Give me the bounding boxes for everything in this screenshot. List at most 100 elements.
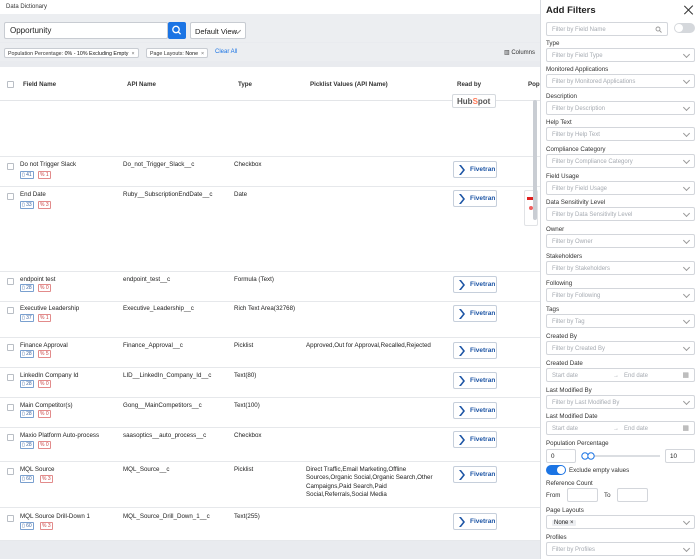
filter-select[interactable]: Filter by Last Modified By bbox=[546, 395, 695, 409]
filter-select[interactable]: Filter by Help Text bbox=[546, 127, 695, 141]
fivetran-badge[interactable]: Fivetran bbox=[453, 161, 497, 178]
end-date-placeholder: End date bbox=[624, 425, 649, 432]
filter-label: Population Percentage bbox=[546, 440, 609, 447]
fivetran-badge[interactable]: Fivetran bbox=[453, 402, 497, 419]
badge-value: 60 bbox=[26, 476, 32, 482]
field-name-filter[interactable]: Filter by Field Name bbox=[546, 22, 668, 36]
reference-count-badge: ▯ 33 bbox=[20, 201, 34, 209]
reference-count-from-input[interactable] bbox=[567, 488, 598, 502]
filter-select[interactable]: Filter by Data Sensitivity Level bbox=[546, 207, 695, 221]
population-min-input[interactable]: 0 bbox=[546, 449, 576, 463]
field-name[interactable]: MQL Source Drill-Down 1 bbox=[20, 513, 90, 521]
field-name[interactable]: Executive Leadership bbox=[20, 305, 79, 313]
filter-select[interactable]: Filter by Monitored Applications bbox=[546, 74, 695, 88]
row-checkbox[interactable] bbox=[7, 278, 14, 285]
row-checkbox[interactable] bbox=[7, 344, 14, 351]
field-name[interactable]: Maxio Platform Auto-process bbox=[20, 432, 99, 440]
filter-placeholder: Filter by Help Text bbox=[552, 131, 600, 138]
chevron-down-icon bbox=[682, 343, 691, 352]
filter-select[interactable]: Filter by Owner bbox=[546, 234, 695, 248]
filter-placeholder: Filter by Profiles bbox=[552, 546, 596, 553]
badge-value: 33 bbox=[26, 202, 32, 208]
page-layouts-select[interactable]: None × bbox=[546, 515, 695, 529]
panel-title: Add Filters bbox=[546, 5, 596, 16]
filter-select[interactable]: Filter by Profiles bbox=[546, 542, 695, 556]
row-checkbox[interactable] bbox=[7, 515, 14, 522]
filter-select[interactable]: Filter by Created By bbox=[546, 341, 695, 355]
columns-button[interactable]: ▥ Columns bbox=[504, 49, 535, 56]
selected-tag-label: None bbox=[554, 519, 569, 526]
last-modified-date-range[interactable]: Start date → End date ▦ bbox=[546, 421, 695, 435]
fivetran-badge[interactable]: Fivetran bbox=[453, 342, 497, 359]
close-icon[interactable] bbox=[683, 4, 695, 16]
filter-select[interactable]: Filter by Compliance Category bbox=[546, 154, 695, 168]
row-checkbox[interactable] bbox=[7, 404, 14, 411]
clear-all-link[interactable]: Clear All bbox=[215, 49, 237, 55]
chip-label: Population Percentage: bbox=[8, 50, 64, 57]
api-name: endpoint_test__c bbox=[123, 276, 171, 283]
population-badge: % 5 bbox=[38, 350, 51, 358]
select-all-checkbox[interactable] bbox=[7, 81, 14, 88]
chevron-down-icon bbox=[682, 76, 691, 85]
read-by-label: Fivetran bbox=[470, 347, 496, 354]
fivetran-badge[interactable]: Fivetran bbox=[453, 372, 497, 389]
fivetran-badge[interactable]: Fivetran bbox=[453, 276, 497, 293]
header-read-by[interactable]: Read by bbox=[457, 81, 481, 88]
field-type: Picklist bbox=[234, 466, 254, 473]
population-badge: % 0 bbox=[38, 380, 51, 388]
population-max-input[interactable]: 10 bbox=[665, 449, 695, 463]
filter-select[interactable]: Filter by Following bbox=[546, 288, 695, 302]
row-checkbox[interactable] bbox=[7, 468, 14, 475]
row-checkbox[interactable] bbox=[7, 434, 14, 441]
header-population[interactable]: Pop bbox=[528, 81, 540, 88]
calendar-icon: ▦ bbox=[682, 372, 689, 379]
view-select[interactable]: Default View bbox=[190, 22, 246, 39]
field-name[interactable]: Do not Trigger Slack bbox=[20, 161, 76, 169]
fivetran-logo-icon bbox=[459, 470, 465, 480]
fivetran-badge[interactable]: Fivetran bbox=[453, 305, 497, 322]
fivetran-logo-icon bbox=[459, 376, 465, 386]
filter-select[interactable]: Filter by Description bbox=[546, 101, 695, 115]
filter-select[interactable]: Filter by Field Type bbox=[546, 48, 695, 62]
start-date-placeholder: Start date bbox=[552, 372, 579, 379]
reference-count-badge: ▯ 28 bbox=[20, 441, 34, 449]
reference-count-badge: ▯ 60 bbox=[20, 522, 34, 530]
row-checkbox[interactable] bbox=[7, 374, 14, 381]
field-name[interactable]: MQL Source bbox=[20, 466, 55, 474]
fivetran-badge[interactable]: Fivetran bbox=[453, 513, 497, 530]
exclude-empty-toggle[interactable] bbox=[546, 465, 566, 475]
header-api-name[interactable]: API Name bbox=[127, 81, 156, 88]
remove-chip-icon[interactable]: × bbox=[131, 51, 134, 57]
fivetran-badge[interactable]: Fivetran bbox=[453, 466, 497, 483]
table-scrollbar[interactable] bbox=[533, 100, 537, 220]
filter-label: Last Modified Date bbox=[546, 413, 598, 420]
search-input[interactable]: Opportunity bbox=[4, 22, 168, 39]
filter-select[interactable]: Filter by Tag bbox=[546, 314, 695, 328]
read-by-label: Fivetran bbox=[470, 471, 496, 478]
fivetran-badge[interactable]: Fivetran bbox=[453, 431, 497, 448]
field-name-toggle[interactable] bbox=[674, 23, 695, 33]
row-checkbox[interactable] bbox=[7, 163, 14, 170]
api-name: Finance_Approval__c bbox=[123, 342, 183, 349]
filter-label: Page Layouts bbox=[546, 507, 584, 514]
row-checkbox[interactable] bbox=[7, 307, 14, 314]
reference-count-to-input[interactable] bbox=[617, 488, 648, 502]
header-field-name[interactable]: Field Name bbox=[23, 81, 56, 88]
remove-chip-icon[interactable]: × bbox=[201, 51, 204, 57]
badge-value: 41 bbox=[26, 172, 32, 178]
created-date-range[interactable]: Start date → End date ▦ bbox=[546, 368, 695, 382]
filter-chip-page-layouts[interactable]: Page Layouts: None × bbox=[146, 48, 209, 58]
filter-placeholder: Filter by Field Type bbox=[552, 52, 603, 59]
filter-chip-population[interactable]: Population Percentage: 0% - 10% Excludin… bbox=[4, 48, 139, 58]
search-icon bbox=[655, 26, 662, 33]
filter-select[interactable]: Filter by Stakeholders bbox=[546, 261, 695, 275]
header-picklist[interactable]: Picklist Values (API Name) bbox=[310, 81, 388, 88]
field-name[interactable]: End Date bbox=[20, 191, 46, 199]
filter-select[interactable]: Filter by Field Usage bbox=[546, 181, 695, 195]
remove-tag-icon[interactable]: × bbox=[570, 520, 574, 526]
search-button[interactable] bbox=[168, 22, 186, 39]
header-type[interactable]: Type bbox=[238, 81, 252, 88]
population-range-slider[interactable] bbox=[580, 451, 662, 461]
fivetran-badge[interactable]: Fivetran bbox=[453, 190, 497, 207]
row-checkbox[interactable] bbox=[7, 193, 14, 200]
